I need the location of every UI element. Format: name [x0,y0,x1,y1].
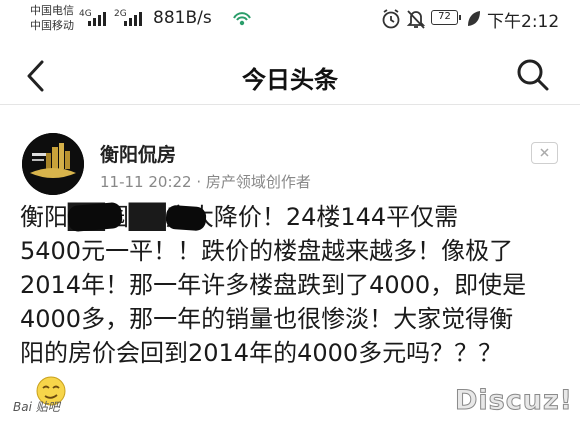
clock: 下午2:12 [487,12,560,32]
carrier-info: 中国电信 中国移动 [30,3,74,33]
avatar-image [22,133,84,195]
redaction-mark [66,201,124,233]
alarm-icon [382,9,400,29]
search-icon[interactable] [514,56,552,94]
post-meta: 11-11 20:22 · 房产领域创作者 [100,173,311,191]
leaf-icon [468,11,480,26]
signal-1-icon [88,10,110,26]
post-line: 2014年！那一年许多楼盘跌到了4000，即使是 [20,271,527,299]
network-speed: 881B/s [153,8,212,28]
discuz-watermark: Discuz! [455,385,573,417]
carrier-2: 中国移动 [30,19,74,32]
signal-2-icon [124,10,146,26]
post-line: 5400元一平！！跌价的楼盘越来越多！像极了 [20,237,514,265]
redaction-mark [165,204,207,232]
post-line: 4000多，那一年的销量也很惨淡！大家觉得衡 [20,305,514,333]
close-button[interactable] [531,142,558,164]
author-name[interactable]: 衡阳侃房 [100,140,176,167]
author-avatar[interactable] [22,133,84,195]
mute-icon [406,10,426,29]
navigation-bar: 今日头条 [0,48,580,105]
post-line: 阳的房价会回到2014年的4000多元吗？？？ [20,339,503,367]
battery-indicator: 72 [431,10,461,25]
carrier-1: 中国电信 [30,4,74,17]
status-bar: 中国电信 中国移动 4G 2G 881B/s 72 下午2:12 [0,0,580,40]
baidu-tieba-watermark: Bai 贴吧 [13,400,60,414]
page-title: 今日头条 [242,66,338,94]
hotspot-icon [233,12,251,26]
close-icon [540,148,549,157]
